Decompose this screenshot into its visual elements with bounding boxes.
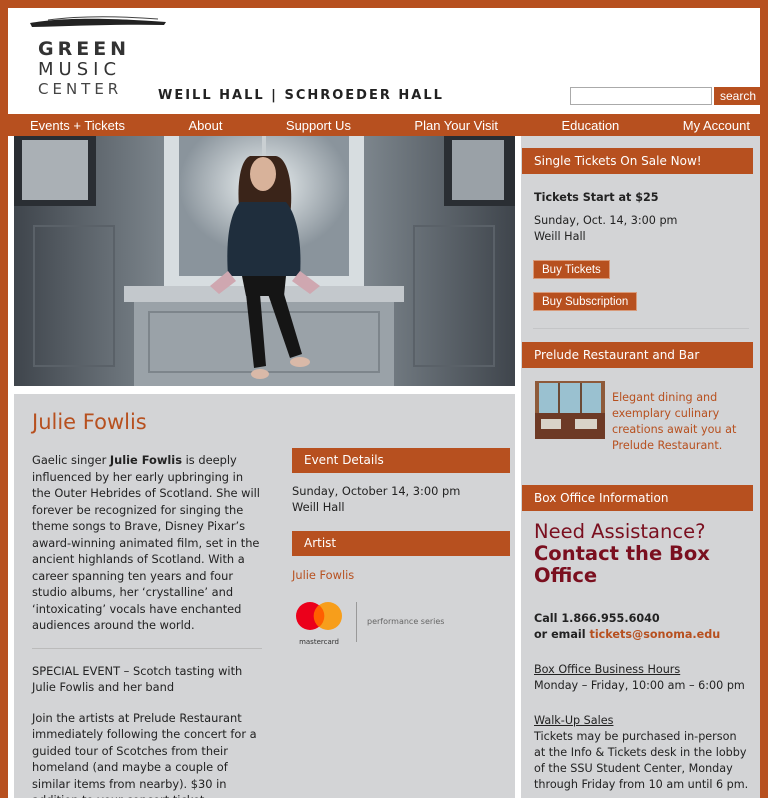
- event-details-header: Event Details: [292, 448, 510, 473]
- ticket-venue: Weill Hall: [534, 230, 586, 243]
- hours-text: Monday – Friday, 10:00 am – 6:00 pm: [534, 679, 745, 692]
- page: GREEN MUSIC CENTER WEILL HALL | SCHROEDE…: [8, 8, 760, 798]
- intro-paragraph: Gaelic singer Julie Fowlis is deeply inf…: [32, 452, 262, 634]
- sidebar: Single Tickets On Sale Now! Tickets Star…: [521, 136, 760, 798]
- search-input[interactable]: [570, 87, 712, 105]
- tickets-start: Tickets Start at $25: [534, 191, 659, 204]
- email-line: or email tickets@sonoma.edu: [534, 627, 720, 643]
- event-details-panel: Event Details Sunday, October 14, 3:00 p…: [292, 448, 510, 646]
- walkup-title[interactable]: Walk-Up Sales: [534, 713, 613, 729]
- ticket-date: Sunday, Oct. 14, 3:00 pm: [534, 214, 678, 227]
- artist-header: Artist: [292, 531, 510, 556]
- logo-brush-stroke: [30, 16, 166, 27]
- logo-divider: [356, 602, 357, 642]
- buy-tickets-button[interactable]: Buy Tickets: [533, 260, 610, 279]
- nav-about[interactable]: About: [188, 118, 222, 133]
- nav-plan-your-visit[interactable]: Plan Your Visit: [414, 118, 498, 133]
- special-event-text: SPECIAL EVENT – Scotch tasting with Juli…: [32, 663, 243, 695]
- hero-image: [14, 136, 515, 386]
- mastercard-wordmark: mastercard: [299, 638, 339, 646]
- divider: [533, 328, 749, 329]
- nav-education[interactable]: Education: [561, 118, 619, 133]
- need-assistance-heading: Need Assistance? Contact the Box Office: [534, 521, 710, 587]
- buy-subscription-button[interactable]: Buy Subscription: [533, 292, 638, 311]
- intro-artist-name: Julie Fowlis: [109, 453, 182, 467]
- nav-my-account[interactable]: My Account: [683, 118, 750, 133]
- search-button[interactable]: search: [714, 87, 760, 105]
- logo-line-2: MUSIC: [38, 59, 122, 80]
- artist-link[interactable]: Julie Fowlis: [292, 568, 510, 582]
- divider: [32, 647, 262, 649]
- event-content: Julie Fowlis Gaelic singer Julie Fowlis …: [14, 394, 515, 798]
- prelude-header: Prelude Restaurant and Bar: [522, 342, 753, 368]
- event-title: Julie Fowlis: [32, 410, 147, 434]
- call-number: Call 1.866.955.6040: [534, 612, 660, 625]
- need-line-3: Office: [534, 564, 598, 587]
- site-logo[interactable]: GREEN MUSIC CENTER: [38, 38, 130, 98]
- mastercard-logo: mastercard: [292, 600, 346, 646]
- event-venue: Weill Hall: [292, 500, 345, 514]
- event-description: Gaelic singer Julie Fowlis is deeply inf…: [32, 452, 262, 798]
- tickets-header: Single Tickets On Sale Now!: [522, 148, 753, 174]
- mastercard-circles-icon: [296, 602, 342, 630]
- need-line-2: Contact the Box: [534, 542, 710, 565]
- join-text: Join the artists at Prelude Restaurant i…: [32, 710, 257, 798]
- hours-title[interactable]: Box Office Business Hours: [534, 662, 680, 678]
- logo-line-3: CENTER: [38, 80, 123, 98]
- logo-line-1: GREEN: [38, 38, 131, 60]
- event-date: Sunday, October 14, 3:00 pm: [292, 484, 461, 498]
- email-link[interactable]: tickets@sonoma.edu: [589, 628, 720, 641]
- prelude-link[interactable]: Elegant dining and exemplary culinary cr…: [612, 390, 742, 454]
- mastercard-performance-series-logo: mastercard performance series: [292, 600, 510, 646]
- main-nav: Events + Tickets About Support Us Plan Y…: [8, 114, 760, 136]
- nav-events-tickets[interactable]: Events + Tickets: [30, 118, 125, 133]
- performance-series-label: performance series: [367, 617, 445, 626]
- email-prefix: or email: [534, 628, 590, 641]
- intro-before: Gaelic singer: [32, 453, 110, 467]
- halls-tagline: WEILL HALL | SCHROEDER HALL: [158, 88, 444, 103]
- box-office-header: Box Office Information: [522, 485, 753, 511]
- prelude-restaurant-image[interactable]: [535, 381, 605, 439]
- event-details-text: Sunday, October 14, 3:00 pm Weill Hall: [292, 483, 510, 515]
- intro-after: is deeply influenced by her early upbrin…: [32, 453, 260, 632]
- walkup-text: Tickets may be purchased in-person at th…: [534, 730, 749, 791]
- nav-support-us[interactable]: Support Us: [286, 118, 351, 133]
- need-line-1: Need Assistance?: [534, 520, 706, 543]
